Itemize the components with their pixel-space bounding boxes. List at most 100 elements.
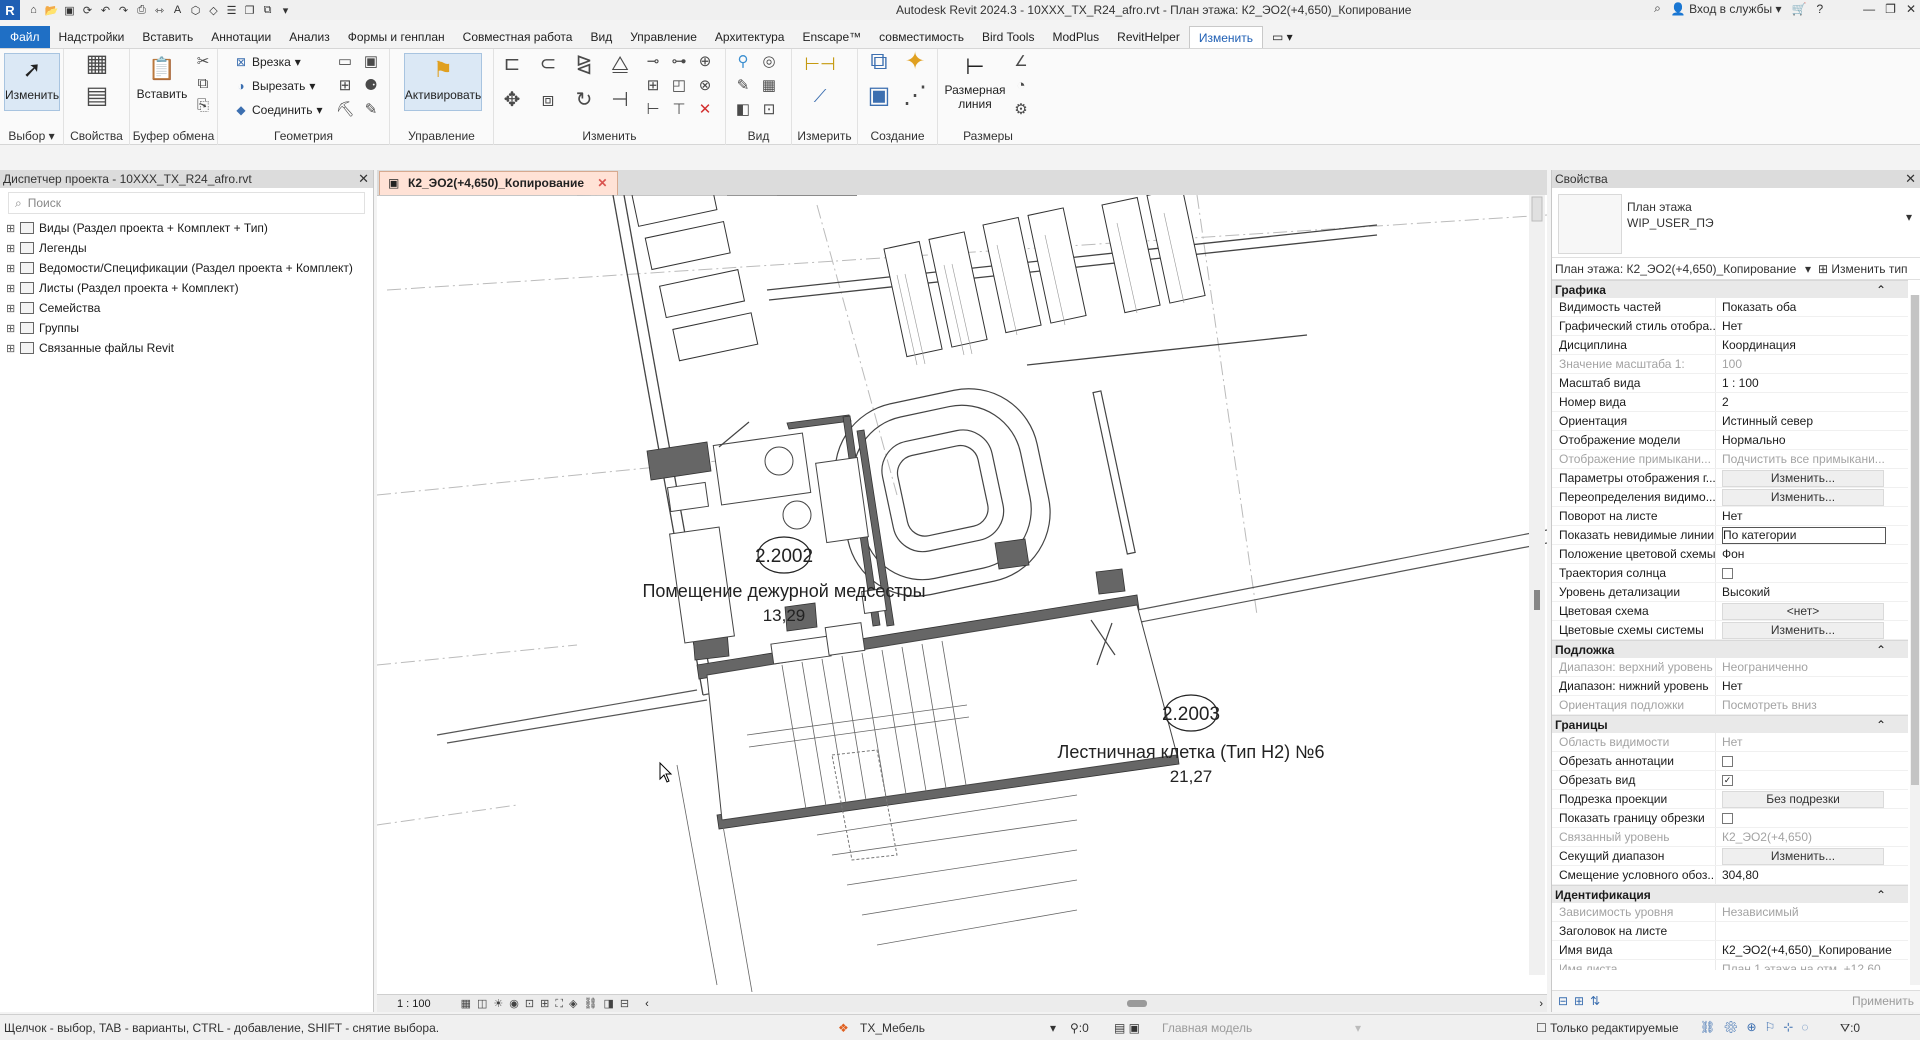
property-value[interactable]: ✓ — [1716, 771, 1908, 789]
ribbon-tab[interactable]: Анализ — [280, 26, 339, 48]
property-value[interactable]: Высокий — [1716, 583, 1908, 601]
property-value-text[interactable]: Подчистить все примыкани... — [1722, 450, 1908, 468]
browser-tree-item[interactable]: ⊞ Листы (Раздел проекта + Комплект) — [0, 278, 373, 298]
property-value-text[interactable]: К2_ЭО2(+4,650) — [1722, 828, 1908, 846]
wall-joins-icon[interactable]: ▭ — [336, 53, 354, 71]
property-value-text[interactable]: Нет — [1722, 733, 1908, 751]
property-value[interactable]: 100 — [1716, 355, 1908, 373]
paste-button[interactable]: 📋 Вставить — [134, 53, 190, 111]
cut-geometry-button[interactable]: ◑ Вырезать ▾ — [234, 79, 315, 93]
customize-qat-icon[interactable]: ▾ — [278, 3, 293, 18]
collapse-icon[interactable]: ⌃ — [1876, 281, 1886, 299]
room-number[interactable]: 2.2003 — [1162, 704, 1220, 725]
close-icon[interactable]: ✕ — [1905, 170, 1916, 188]
property-value[interactable]: Подчистить все примыкани... — [1716, 450, 1908, 468]
ribbon-tab[interactable]: Вид — [581, 26, 621, 48]
unpin-icon[interactable]: ⊗ — [696, 77, 714, 95]
room-name[interactable]: Помещение дежурной медсестры — [642, 581, 925, 601]
linework-icon[interactable]: ✎ — [734, 77, 752, 95]
home-icon[interactable]: ⌂ — [26, 3, 41, 18]
activate-button[interactable]: ⚑ Активировать — [404, 53, 482, 111]
expand-icon[interactable]: ⊞ — [6, 282, 15, 295]
close-hidden-icon[interactable]: ❐ — [242, 3, 257, 18]
measure-between-icon[interactable]: ⊢⊣ — [802, 55, 838, 73]
offset-icon[interactable]: ⊂ — [536, 54, 560, 79]
switch-windows-icon[interactable]: ⧉ — [260, 3, 275, 18]
property-value-text[interactable]: Независимый — [1722, 903, 1908, 921]
ribbon-tab[interactable]: Управление — [621, 26, 706, 48]
extend-icon[interactable]: ⊤ — [670, 101, 688, 119]
property-value[interactable]: Нет — [1716, 733, 1908, 751]
expand-icon[interactable]: ⊞ — [6, 242, 15, 255]
view-vertical-scrollbar[interactable] — [1529, 195, 1545, 975]
property-value-text[interactable]: Показать оба — [1722, 298, 1908, 316]
property-value[interactable]: <нет> — [1716, 602, 1908, 620]
property-value[interactable]: Нет — [1716, 507, 1908, 525]
thin-lines-icon[interactable]: ☰ — [224, 3, 239, 18]
view-nav-control[interactable] — [1531, 196, 1543, 222]
instance-dropdown-icon[interactable]: ▾ — [1805, 262, 1811, 276]
property-edit-button[interactable]: Изменить... — [1722, 470, 1884, 487]
scale-icon[interactable]: ◰ — [670, 77, 688, 95]
view-scroll-thumb[interactable] — [1534, 590, 1540, 610]
align-icon[interactable]: ⊏ — [500, 54, 524, 79]
ribbon-tab[interactable]: RevitHelper — [1108, 26, 1189, 48]
beam-join-icon[interactable]: ⊞ — [336, 77, 354, 95]
graphics-icon[interactable]: ◧ — [734, 101, 752, 119]
ribbon-tab[interactable]: Надстройки — [50, 26, 134, 48]
property-value[interactable] — [1716, 564, 1908, 582]
expand-icon[interactable]: ⊞ — [6, 262, 15, 275]
property-value-text[interactable]: Фон — [1722, 545, 1908, 563]
split-icon[interactable]: ⊸ — [644, 53, 662, 71]
select-box-icon[interactable]: ▦ — [760, 77, 778, 95]
property-value[interactable]: Истинный север — [1716, 412, 1908, 430]
browser-tree-item[interactable]: ⊞ Связанные файлы Revit — [0, 338, 373, 358]
view-cube-icon[interactable]: ⊡ — [760, 101, 778, 119]
design-option-selector[interactable]: Главная модель — [1162, 1021, 1252, 1035]
measure-along-icon[interactable]: ⟋ — [802, 87, 838, 105]
expand-icon[interactable]: ⊞ — [6, 322, 15, 335]
property-value[interactable]: Независимый — [1716, 903, 1908, 921]
trim-icon[interactable]: ⊣ — [608, 90, 632, 115]
property-value-text[interactable]: 2 — [1722, 393, 1908, 411]
property-checkbox[interactable] — [1722, 568, 1733, 579]
collapse-icon[interactable]: ⌃ — [1876, 886, 1886, 904]
property-value-text[interactable]: Истинный север — [1722, 412, 1908, 430]
browser-tree-item[interactable]: ⊞ Семейства — [0, 298, 373, 318]
3d-view-icon[interactable]: ⬡ — [188, 3, 203, 18]
property-edit-button[interactable]: Изменить... — [1722, 622, 1884, 639]
properties-scrollbar[interactable] — [1910, 295, 1920, 985]
match-icon[interactable]: ⎘ — [194, 97, 212, 115]
properties-scroll-thumb[interactable] — [1911, 295, 1919, 785]
property-edit-button[interactable]: Изменить... — [1722, 489, 1884, 506]
delete-icon[interactable]: ✕ — [696, 101, 714, 119]
property-value-text[interactable]: Посмотреть вниз — [1722, 696, 1908, 714]
measure-icon[interactable]: ⇿ — [152, 3, 167, 18]
ribbon-tab[interactable]: Совместная работа — [454, 26, 582, 48]
properties-section-header[interactable]: Границы ⌃ — [1552, 715, 1908, 733]
property-value-text[interactable]: Нормально — [1722, 431, 1908, 449]
selection-options-icons[interactable]: ⛓⚙⊕⚐⊹◌ — [1700, 1020, 1816, 1034]
cut-in-button[interactable]: ⊠ Врезка ▾ — [234, 55, 301, 69]
properties-section-header[interactable]: Подложка ⌃ — [1552, 640, 1908, 658]
print-icon[interactable]: ⎙ — [134, 3, 149, 18]
minimize-icon[interactable]: — — [1863, 2, 1875, 16]
radial-dim-icon[interactable]: ◔ — [1012, 77, 1030, 95]
array-icon[interactable]: ⊞ — [644, 77, 662, 95]
hscroll-right-icon[interactable]: › — [1539, 998, 1543, 1010]
property-value[interactable] — [1716, 922, 1908, 940]
property-value[interactable]: 304,80 — [1716, 866, 1908, 884]
property-value[interactable]: Показать оба — [1716, 298, 1908, 316]
expand-icon[interactable]: ⊞ — [6, 222, 15, 235]
room-number[interactable]: 2.2002 — [755, 546, 813, 567]
property-value[interactable]: Координация — [1716, 336, 1908, 354]
property-value[interactable]: К2_ЭО2(+4,650)_Копирование — [1716, 941, 1908, 959]
room-name[interactable]: Лестничная клетка (Тип Н2) №6 — [1058, 742, 1325, 762]
workset-selector[interactable]: TX_Мебель — [860, 1021, 925, 1035]
property-value-text[interactable]: 304,80 — [1722, 866, 1908, 884]
close-tab-icon[interactable]: ✕ — [597, 176, 607, 190]
property-edit-button[interactable]: Без подрезки — [1722, 791, 1884, 808]
ribbon-tab[interactable]: Формы и генплан — [339, 26, 454, 48]
property-value[interactable]: 2 — [1716, 393, 1908, 411]
view-controls-icons[interactable]: ▦◫☀◉⊡⊞⛶◈⛓◨⊟ — [461, 997, 635, 1011]
